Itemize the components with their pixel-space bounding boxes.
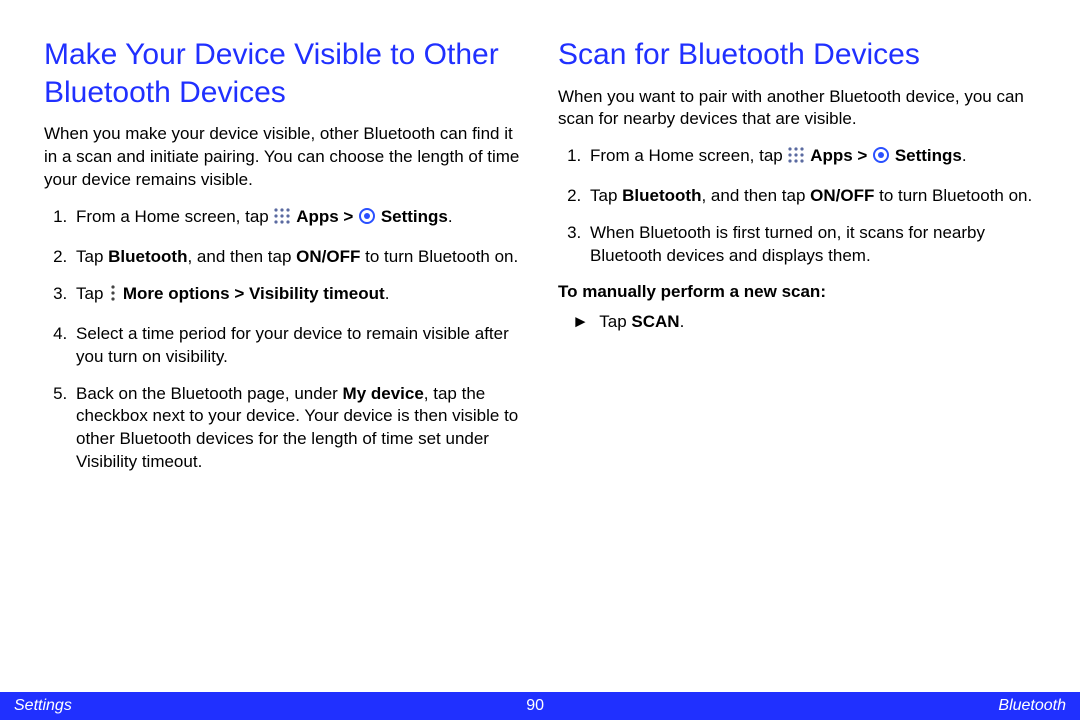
section-title-scan: Scan for Bluetooth Devices xyxy=(558,36,1036,74)
left-column: Make Your Device Visible to Other Blueto… xyxy=(44,36,522,488)
step-3: When Bluetooth is first turned on, it sc… xyxy=(586,222,1036,268)
step-5: Back on the Bluetooth page, under My dev… xyxy=(72,383,522,475)
step5-a: Back on the Bluetooth page, under xyxy=(76,384,343,403)
page-footer: Settings 90 Bluetooth xyxy=(0,692,1080,720)
right-column: Scan for Bluetooth Devices When you want… xyxy=(558,36,1036,488)
step1-text-a: From a Home screen, tap xyxy=(76,207,273,226)
settings-gear-icon xyxy=(872,146,890,171)
steps-scan: From a Home screen, tap Apps > Settings.… xyxy=(558,145,1036,268)
bluetooth-bold: Bluetooth xyxy=(108,247,187,266)
footer-left: Settings xyxy=(14,697,72,715)
triangle-marker-icon: ► xyxy=(572,312,589,332)
scan-text-a: Tap xyxy=(599,312,631,331)
settings-gear-icon xyxy=(358,207,376,232)
subhead-manual-scan: To manually perform a new scan: xyxy=(558,282,1036,302)
step-2: Tap Bluetooth, and then tap ON/OFF to tu… xyxy=(586,185,1036,208)
apps-grid-icon xyxy=(273,207,291,232)
page-number: 90 xyxy=(526,697,544,715)
intro-scan: When you want to pair with another Bluet… xyxy=(558,86,1036,132)
step2-a: Tap xyxy=(76,247,108,266)
apps-grid-icon xyxy=(787,146,805,171)
manual-page: Make Your Device Visible to Other Blueto… xyxy=(0,0,1080,720)
section-title-visibility: Make Your Device Visible to Other Blueto… xyxy=(44,36,522,111)
footer-right: Bluetooth xyxy=(998,697,1066,715)
settings-label: Settings xyxy=(895,146,962,165)
step-4: Select a time period for your device to … xyxy=(72,323,522,369)
step-1: From a Home screen, tap Apps > Settings. xyxy=(72,206,522,232)
mydevice-bold: My device xyxy=(343,384,424,403)
onoff-bold: ON/OFF xyxy=(296,247,360,266)
more-options-label: More options > Visibility timeout xyxy=(123,284,385,303)
step2-b: , and then tap xyxy=(187,247,296,266)
apps-label: Apps > xyxy=(296,207,358,226)
step-2: Tap Bluetooth, and then tap ON/OFF to tu… xyxy=(72,246,522,269)
step3-a: Tap xyxy=(76,284,108,303)
step2-c: to turn Bluetooth on. xyxy=(360,247,518,266)
step-3: Tap More options > Visibility timeout. xyxy=(72,283,522,309)
apps-label: Apps > xyxy=(810,146,872,165)
scan-bold: SCAN xyxy=(631,312,679,331)
intro-visibility: When you make your device visible, other… xyxy=(44,123,522,192)
step-1: From a Home screen, tap Apps > Settings. xyxy=(586,145,1036,171)
two-column-layout: Make Your Device Visible to Other Blueto… xyxy=(0,0,1080,488)
period: . xyxy=(962,146,967,165)
period: . xyxy=(385,284,390,303)
step2-b: , and then tap xyxy=(701,186,810,205)
step2-c: to turn Bluetooth on. xyxy=(874,186,1032,205)
steps-visibility: From a Home screen, tap Apps > Settings.… xyxy=(44,206,522,474)
period: . xyxy=(448,207,453,226)
scan-instruction: ► Tap SCAN. xyxy=(558,312,1036,332)
period: . xyxy=(680,312,685,331)
onoff-bold: ON/OFF xyxy=(810,186,874,205)
more-options-icon xyxy=(108,284,118,309)
step1-text-a: From a Home screen, tap xyxy=(590,146,787,165)
bluetooth-bold: Bluetooth xyxy=(622,186,701,205)
step2-a: Tap xyxy=(590,186,622,205)
settings-label: Settings xyxy=(381,207,448,226)
